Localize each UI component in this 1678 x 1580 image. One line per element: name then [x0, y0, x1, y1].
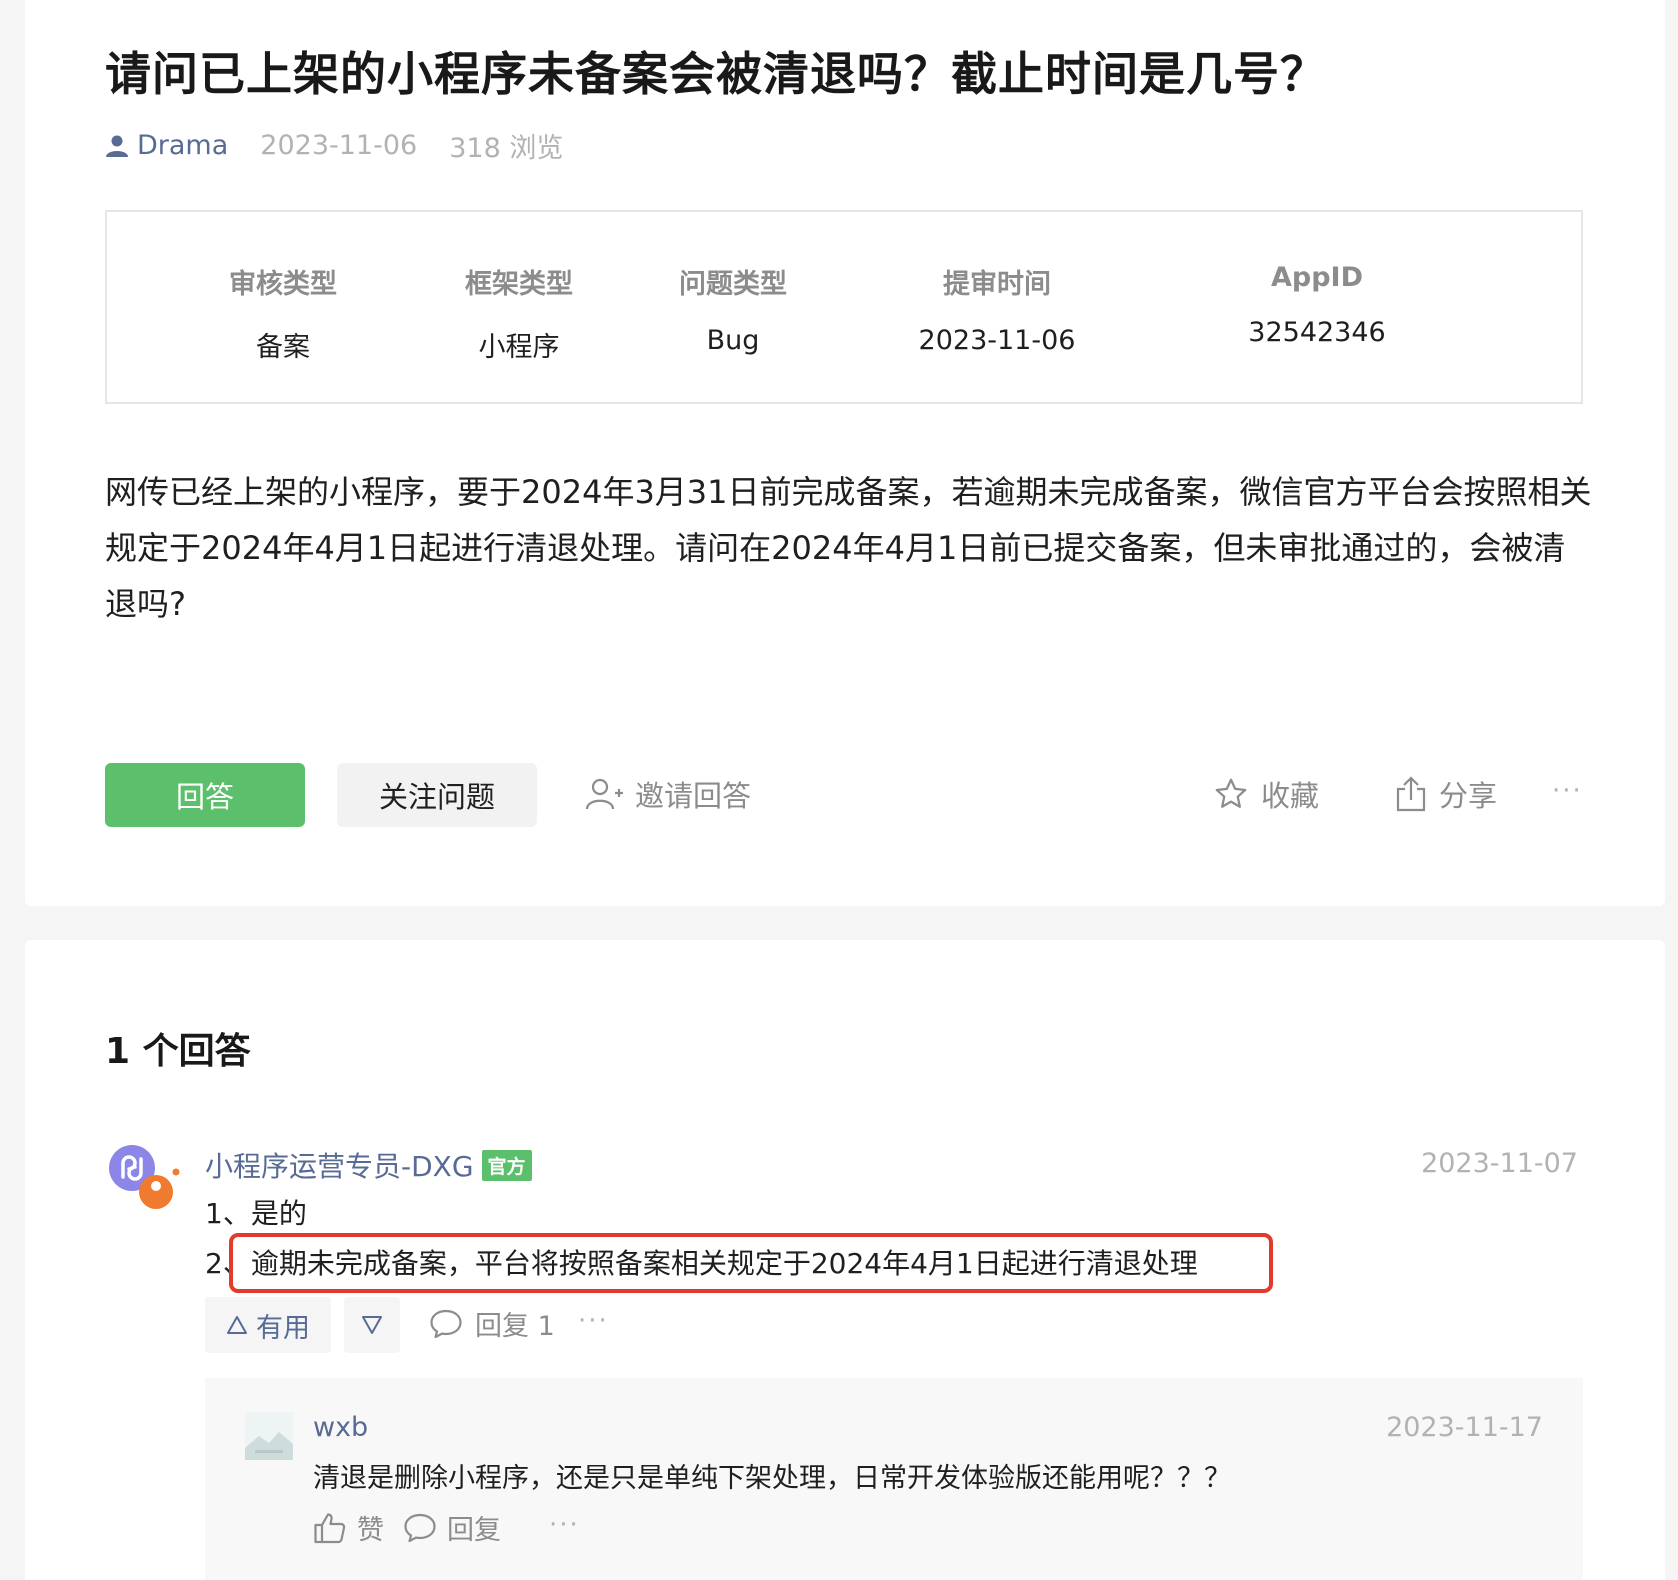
follow-question-button[interactable]: 关注问题: [337, 763, 537, 827]
wxb-avatar[interactable]: [245, 1412, 293, 1460]
reply-reply-label: 回复: [447, 1515, 501, 1546]
share-button[interactable]: 分享: [1395, 772, 1497, 816]
info-label: AppID: [1270, 262, 1363, 293]
share-icon: [1396, 776, 1426, 812]
info-value: 32542346: [1248, 317, 1386, 348]
info-appid: AppID 32542346: [1217, 262, 1417, 348]
invite-answer-button[interactable]: 邀请回答: [585, 772, 751, 816]
highlight-annotation-box: [229, 1233, 1273, 1293]
answer-line-1: 1、是的: [205, 1197, 307, 1230]
info-issue-type: 问题类型 Bug: [657, 262, 809, 356]
comment-icon: [404, 1513, 436, 1542]
info-label: 框架类型: [465, 269, 573, 300]
info-label: 提审时间: [943, 269, 1051, 300]
invite-user-icon: [585, 778, 623, 810]
answer-author-name: 小程序运营专员-DXG: [205, 1150, 474, 1183]
answer-date: 2023-11-07: [1421, 1148, 1578, 1179]
reply-text: 清退是删除小程序，还是只是单纯下架处理，日常开发体验版还能用呢？？？: [313, 1463, 1231, 1494]
useful-label: 有用: [256, 1312, 310, 1344]
info-review-type: 审核类型 备案: [207, 262, 359, 364]
triangle-up-icon: [227, 1316, 247, 1334]
official-badge: 官方: [481, 1149, 532, 1181]
info-value: 小程序: [478, 332, 560, 363]
favorite-label: 收藏: [1261, 779, 1320, 813]
official-avatar[interactable]: [108, 1144, 180, 1216]
question-body: 网传已经上架的小程序，要于2024年3月31日前完成备案，若逾期未完成备案，微信…: [105, 473, 1592, 623]
comment-icon: [430, 1309, 462, 1338]
invite-label: 邀请回答: [635, 779, 752, 813]
info-value: Bug: [706, 325, 760, 356]
info-label: 审核类型: [229, 269, 337, 300]
reply-more-button[interactable]: ···: [549, 1510, 580, 1540]
info-value: 备案: [256, 332, 310, 363]
question-card: 请问已上架的小程序未备案会被清退吗？截止时间是几号？ Drama 2023-11…: [25, 0, 1665, 906]
reply-thread: wxb 2023-11-17 清退是删除小程序，还是只是单纯下架处理，日常开发体…: [205, 1378, 1583, 1580]
info-framework-type: 框架类型 小程序: [443, 262, 595, 364]
question-title: 请问已上架的小程序未备案会被清退吗？截止时间是几号？: [105, 47, 1327, 101]
question-date: 2023-11-06: [260, 130, 418, 161]
question-meta: Drama 2023-11-06 318 浏览: [105, 126, 563, 165]
question-info-table: 审核类型 备案 框架类型 小程序 问题类型 Bug 提审时间 2023-11-0…: [105, 210, 1583, 404]
author-link[interactable]: Drama: [105, 130, 228, 161]
author-name: Drama: [137, 130, 229, 161]
answer-count: 1 个回答: [105, 1031, 251, 1072]
answer-more-button[interactable]: ···: [578, 1306, 609, 1336]
question-more-button[interactable]: ···: [1552, 776, 1583, 806]
info-label: 问题类型: [679, 269, 787, 300]
info-submit-time: 提审时间 2023-11-06: [897, 262, 1097, 356]
downvote-button[interactable]: [344, 1297, 400, 1353]
share-label: 分享: [1439, 779, 1498, 813]
answer-button[interactable]: 回答: [105, 763, 305, 827]
reply-button[interactable]: 回复 1: [429, 1304, 555, 1343]
like-label: 赞: [357, 1515, 384, 1546]
thumbs-up-icon: [314, 1512, 346, 1543]
info-value: 2023-11-06: [918, 325, 1076, 356]
view-count: 318 浏览: [449, 133, 564, 164]
reply-date: 2023-11-17: [1386, 1412, 1543, 1443]
favorite-button[interactable]: 收藏: [1213, 772, 1319, 816]
answer-author[interactable]: 小程序运营专员-DXG 官方: [205, 1145, 532, 1185]
answers-card: 1 个回答 小程序运营专员-DXG 官方 2023-11-07 1、是的 2、逾…: [25, 940, 1665, 1580]
reply-author-name[interactable]: wxb: [313, 1412, 368, 1443]
triangle-down-icon: [362, 1316, 382, 1334]
reply-reply-button[interactable]: 回复: [403, 1508, 501, 1547]
like-button[interactable]: 赞: [313, 1508, 384, 1547]
useful-vote-button[interactable]: 有用: [205, 1297, 331, 1353]
reply-label: 回复 1: [475, 1311, 555, 1342]
star-icon: [1215, 778, 1247, 808]
user-icon: [106, 135, 128, 157]
